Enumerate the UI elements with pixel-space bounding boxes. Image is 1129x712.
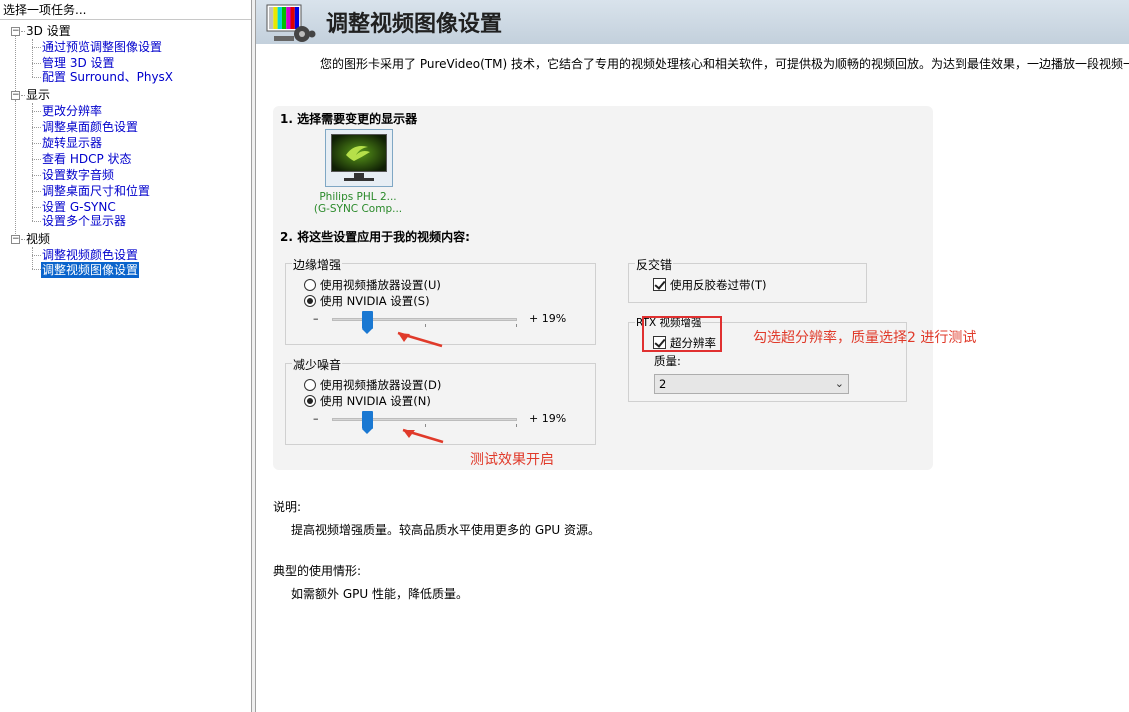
- tree-item-video-image[interactable]: 调整视频图像设置: [41, 262, 140, 278]
- annotation-note-bottom: 测试效果开启: [470, 452, 554, 468]
- task-tree[interactable]: − 3D 设置 通过预览调整图像设置 管理 3D 设置 配置 Surround、…: [0, 19, 251, 712]
- quality-dropdown[interactable]: 2 ⌄: [654, 374, 849, 394]
- inverse-telecine-checkbox[interactable]: 使用反胶卷过带(T): [653, 277, 767, 293]
- tree-category-video[interactable]: 视频: [26, 231, 50, 247]
- task-pane-title: 选择一项任务...: [3, 3, 87, 17]
- nvidia-logo-icon: [332, 135, 386, 171]
- edge-enhance-nvidia-radio[interactable]: 使用 NVIDIA 设置(S): [304, 293, 430, 309]
- content-pane: 调整视频图像设置 您的图形卡采用了 PureVideo(TM) 技术，它结合了专…: [256, 0, 1129, 712]
- tree-item-preview-image-settings[interactable]: 通过预览调整图像设置: [42, 39, 162, 55]
- radio-circle[interactable]: [304, 295, 316, 307]
- tree-item-rotate-display[interactable]: 旋转显示器: [42, 135, 102, 151]
- description-label: 说明:: [273, 500, 302, 514]
- usage-text: 如需额外 GPU 性能，降低质量。: [291, 587, 468, 601]
- chevron-down-icon: ⌄: [834, 377, 844, 390]
- quality-label: 质量:: [654, 354, 681, 368]
- usage-label: 典型的使用情形:: [273, 564, 362, 578]
- noise-reduce-minus: –: [313, 412, 319, 425]
- page-title: 调整视频图像设置: [326, 12, 503, 37]
- edge-enhance-slider[interactable]: [332, 318, 517, 327]
- noise-reduce-slider[interactable]: [332, 418, 517, 427]
- radio-circle[interactable]: [304, 395, 316, 407]
- task-pane: 选择一项任务... − 3D 设置 通过预览调整图像设置 管理 3D 设置 配置…: [0, 0, 252, 712]
- annotation-highlight-box: [642, 316, 722, 352]
- tree-item-video-color[interactable]: 调整视频颜色设置: [42, 247, 138, 263]
- settings-panel: 1. 选择需要变更的显示器 Philips PHL 2... (G-SYNC C…: [273, 106, 933, 470]
- page-banner: 调整视频图像设置: [256, 0, 1129, 44]
- checkbox-box[interactable]: [653, 278, 666, 291]
- radio-circle[interactable]: [304, 279, 316, 291]
- step1-label: 1. 选择需要变更的显示器: [280, 112, 418, 126]
- annotation-note-right: 勾选超分辨率，质量选择2 进行测试: [753, 330, 977, 346]
- annotation-arrow-icon: [402, 428, 444, 444]
- monitor-tile[interactable]: [325, 129, 393, 187]
- tree-category-3d[interactable]: 3D 设置: [26, 23, 71, 39]
- tree-item-digital-audio[interactable]: 设置数字音频: [42, 167, 114, 183]
- radio-circle[interactable]: [304, 379, 316, 391]
- noise-reduce-player-radio[interactable]: 使用视频播放器设置(D): [304, 377, 441, 393]
- edge-enhance-title: 边缘增强: [292, 256, 343, 273]
- intro-text: 您的图形卡采用了 PureVideo(TM) 技术，它结合了专用的视频处理核心和…: [320, 57, 1129, 71]
- monitor-screen: [331, 134, 387, 172]
- edge-enhance-slider-thumb[interactable]: [361, 311, 373, 334]
- tree-item-surround-physx[interactable]: 配置 Surround、PhysX: [42, 69, 173, 85]
- noise-reduce-slider-thumb[interactable]: [361, 411, 373, 434]
- noise-reduce-title: 减少噪音: [292, 356, 343, 373]
- tree-item-multiple-displays[interactable]: 设置多个显示器: [42, 213, 126, 229]
- step2-label: 2. 将这些设置应用于我的视频内容:: [280, 230, 470, 244]
- tree-item-hdcp-status[interactable]: 查看 HDCP 状态: [42, 151, 132, 167]
- noise-reduce-value: + 19%: [529, 412, 567, 425]
- tree-item-desktop-size[interactable]: 调整桌面尺寸和位置: [42, 183, 150, 199]
- deinterlace-group: 反交错 使用反胶卷过带(T): [628, 256, 867, 303]
- annotation-arrow-icon: [397, 331, 443, 348]
- tree-category-display[interactable]: 显示: [26, 87, 50, 103]
- tree-item-desktop-color[interactable]: 调整桌面颜色设置: [42, 119, 138, 135]
- deinterlace-title: 反交错: [635, 256, 674, 273]
- edge-enhance-value: + 19%: [529, 312, 567, 325]
- description-text: 提高视频增强质量。较高品质水平使用更多的 GPU 资源。: [291, 523, 600, 537]
- tree-item-change-resolution[interactable]: 更改分辨率: [42, 103, 102, 119]
- video-color-bars-icon: [266, 4, 316, 42]
- edge-enhance-minus: –: [313, 312, 319, 325]
- noise-reduce-nvidia-radio[interactable]: 使用 NVIDIA 设置(N): [304, 393, 431, 409]
- edge-enhance-player-radio[interactable]: 使用视频播放器设置(U): [304, 277, 441, 293]
- monitor-name[interactable]: Philips PHL 2... (G-SYNC Comp...: [303, 191, 413, 215]
